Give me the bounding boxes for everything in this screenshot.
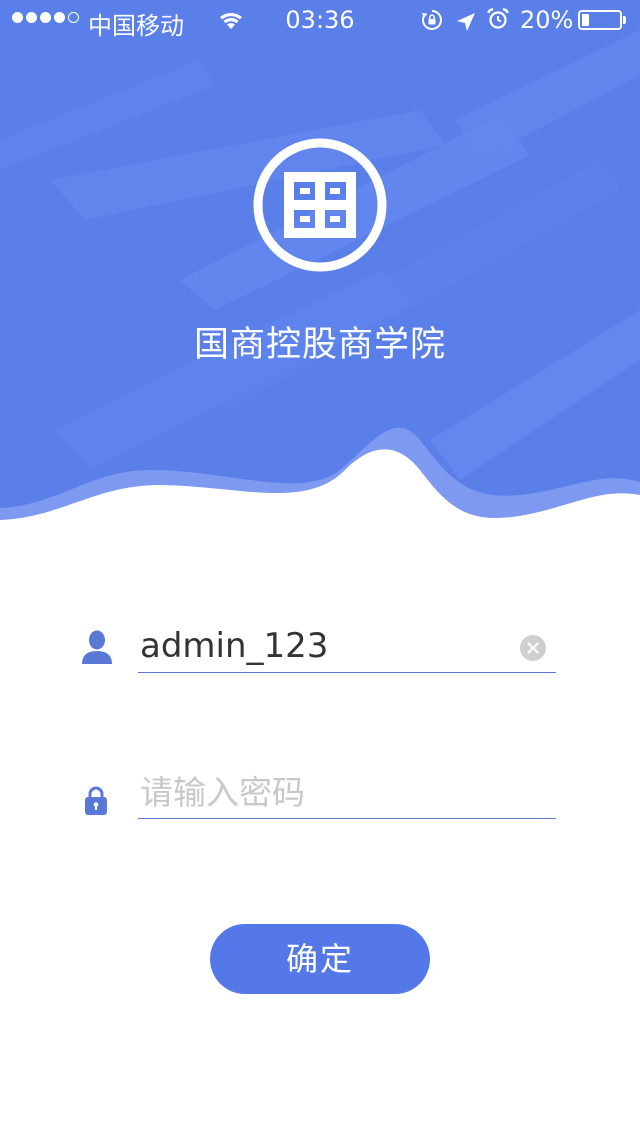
password-field[interactable]: 请输入密码 <box>80 762 556 822</box>
battery-percentage: 20% <box>520 6 574 34</box>
confirm-button[interactable]: 确定 <box>210 924 430 994</box>
password-input[interactable]: 请输入密码 <box>140 766 305 814</box>
rotation-lock-icon <box>421 9 443 37</box>
alarm-icon <box>487 8 509 36</box>
lock-icon <box>80 786 112 820</box>
clear-icon[interactable] <box>520 635 546 661</box>
password-underline <box>138 818 556 819</box>
username-underline <box>138 672 556 673</box>
battery-icon <box>578 10 622 30</box>
username-field[interactable]: admin_123 <box>80 620 556 680</box>
battery-level <box>582 14 589 26</box>
location-icon <box>456 10 476 38</box>
login-screen: 中国移动 03:36 20% 国商控股商学院 admin_123 请输入密码 确… <box>0 0 640 1136</box>
battery-terminal <box>623 16 626 24</box>
username-input[interactable]: admin_123 <box>140 626 328 666</box>
brand-title: 国商控股商学院 <box>193 325 446 365</box>
status-bar: 中国移动 03:36 20% <box>0 0 640 40</box>
user-icon <box>80 630 114 670</box>
brand-logo <box>251 136 389 274</box>
